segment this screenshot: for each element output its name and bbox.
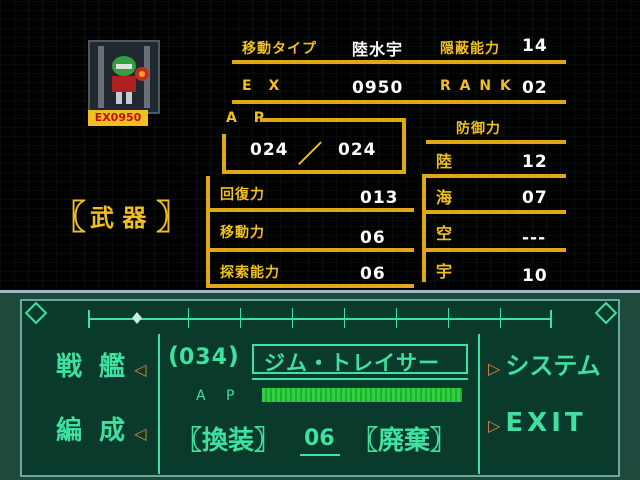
divider bbox=[232, 60, 566, 64]
unit-name-box[interactable]: ジム・トレイサー bbox=[252, 344, 468, 375]
slider-tick bbox=[240, 308, 241, 328]
slider-tick bbox=[292, 308, 293, 328]
defense-sea-label: 海 bbox=[436, 188, 454, 207]
ap-separator: ／ bbox=[298, 140, 323, 168]
arrow-right-icon: ▷ bbox=[488, 359, 501, 378]
bracket-left-icon: 〖 bbox=[52, 198, 86, 238]
defense-sea-value: 07 bbox=[522, 188, 548, 208]
unit-number: (034) bbox=[168, 342, 239, 370]
ap-bar-track bbox=[262, 388, 462, 402]
divider bbox=[426, 248, 566, 252]
slider-tick bbox=[500, 308, 501, 328]
system-button[interactable]: ▷ システム bbox=[488, 346, 601, 381]
mech-sprite bbox=[98, 46, 150, 108]
ap-box-bottom bbox=[222, 170, 406, 174]
discard-label: 廃棄 bbox=[378, 426, 431, 456]
menu-ap-label: A P bbox=[196, 388, 243, 404]
menu-divider bbox=[478, 334, 480, 474]
unit-name: ジム・トレイサー bbox=[264, 351, 440, 375]
defense-land-label: 陸 bbox=[436, 152, 454, 171]
ex-value: 0950 bbox=[352, 78, 404, 98]
slider-end-right bbox=[550, 310, 552, 328]
unit-portrait bbox=[88, 40, 160, 114]
ap-bar-fill bbox=[262, 388, 462, 402]
defense-space-value: 10 bbox=[522, 266, 548, 286]
slider-track[interactable] bbox=[88, 318, 552, 320]
ap-box-left bbox=[222, 134, 226, 174]
divider bbox=[232, 100, 566, 104]
formation-label: 編 成 bbox=[56, 416, 130, 446]
slider-tick bbox=[448, 308, 449, 328]
formation-button[interactable]: 編 成 ◁ bbox=[56, 410, 146, 447]
count-underline bbox=[300, 454, 340, 456]
equip-count: 06 bbox=[304, 426, 335, 451]
defense-space-label: 宇 bbox=[436, 262, 454, 281]
exit-label: EXIT bbox=[505, 408, 587, 438]
recover-value: 013 bbox=[360, 188, 399, 208]
ap-current: 024 bbox=[250, 140, 289, 160]
arrow-left-icon: ◁ bbox=[134, 424, 147, 443]
slider-tick bbox=[344, 308, 345, 328]
system-label: システム bbox=[505, 352, 601, 380]
divider bbox=[206, 248, 414, 252]
rank-value: 02 bbox=[522, 78, 548, 98]
slider-end-left bbox=[88, 310, 90, 328]
defense-column-line bbox=[422, 174, 426, 282]
equip-label: 換装 bbox=[202, 426, 255, 456]
bracket-right-icon: 〗 bbox=[156, 198, 190, 238]
weapons-label: 武 器 bbox=[90, 204, 147, 232]
divider bbox=[426, 140, 566, 144]
menu-divider bbox=[158, 334, 160, 474]
move-type-value: 陸水宇 bbox=[352, 40, 404, 59]
discard-button[interactable]: 〖廃棄〗 bbox=[352, 420, 456, 457]
unit-number-value: 034 bbox=[178, 345, 228, 370]
ap-max: 024 bbox=[338, 140, 377, 160]
defense-air-value: --- bbox=[522, 228, 547, 248]
divider bbox=[206, 284, 414, 288]
slider-tick bbox=[188, 308, 189, 328]
move-type-label: 移動タイプ bbox=[242, 41, 317, 57]
ap-box-top bbox=[260, 118, 406, 122]
divider bbox=[426, 210, 566, 214]
stealth-label: 隠蔽能力 bbox=[440, 41, 500, 57]
defense-land-value: 12 bbox=[522, 152, 548, 172]
ex-label: E X bbox=[242, 78, 286, 94]
warship-label: 戦 艦 bbox=[56, 352, 130, 382]
arrow-right-icon: ▷ bbox=[488, 416, 501, 435]
stats-column-line bbox=[206, 176, 210, 284]
search-label: 探索能力 bbox=[220, 265, 280, 281]
recover-label: 回復力 bbox=[220, 187, 265, 203]
stealth-value: 14 bbox=[522, 36, 548, 56]
mobility-label: 移動力 bbox=[220, 225, 265, 241]
ex-badge: EX0950 bbox=[88, 110, 148, 126]
weapons-button[interactable]: 〖 武 器 〗 bbox=[52, 188, 190, 238]
rank-label: R A N K bbox=[440, 78, 513, 94]
equip-button[interactable]: 〖換装〗 bbox=[176, 420, 280, 457]
defense-label: 防御力 bbox=[456, 121, 501, 137]
mobility-value: 06 bbox=[360, 228, 386, 248]
slider-tick bbox=[396, 308, 397, 328]
ap-box-right bbox=[402, 118, 406, 174]
defense-air-label: 空 bbox=[436, 224, 454, 243]
exit-button[interactable]: ▷ EXIT bbox=[488, 408, 587, 438]
divider bbox=[206, 208, 414, 212]
divider bbox=[426, 174, 566, 178]
search-value: 06 bbox=[360, 264, 386, 284]
unit-name-underline bbox=[252, 378, 468, 380]
warship-button[interactable]: 戦 艦 ◁ bbox=[56, 346, 146, 383]
arrow-left-icon: ◁ bbox=[134, 360, 147, 379]
